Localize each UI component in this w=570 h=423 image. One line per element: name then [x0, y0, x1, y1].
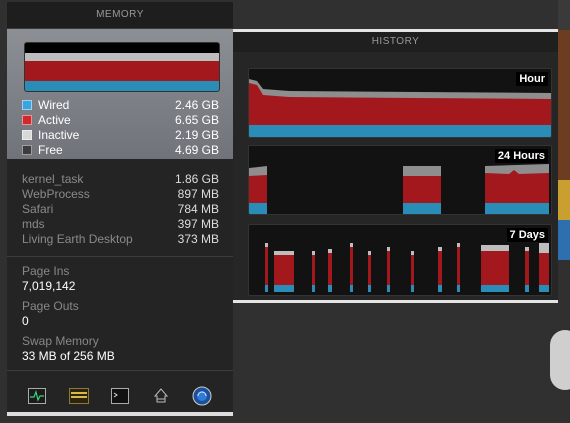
- legend-label: Active: [38, 112, 71, 127]
- page-ins-label: Page Ins: [22, 264, 70, 278]
- legend-value: 2.19 GB: [174, 127, 219, 142]
- page-outs-value: 0: [22, 314, 29, 328]
- 7-days-graph: 7 Days: [248, 224, 552, 296]
- process-row[interactable]: Safari 784 MB: [22, 202, 219, 217]
- hour-area-chart: [249, 79, 551, 137]
- network-utility-icon[interactable]: [192, 386, 212, 406]
- legend-row-free: Free 4.69 GB: [22, 142, 219, 157]
- legend-label: Wired: [38, 97, 70, 112]
- process-memory: 397 MB: [177, 217, 219, 231]
- terminal-icon[interactable]: [111, 388, 129, 404]
- hour-graph: Hour: [248, 68, 552, 138]
- page-ins-value: 7,019,142: [22, 279, 76, 293]
- activity-monitor-icon[interactable]: [28, 388, 46, 404]
- hour-label: Hour: [516, 72, 548, 86]
- legend-label: Inactive: [38, 127, 80, 142]
- process-memory: 897 MB: [177, 187, 219, 201]
- process-row[interactable]: WebProcess 897 MB: [22, 187, 219, 202]
- process-name: WebProcess: [22, 187, 90, 201]
- inactive-swatch: [22, 129, 32, 140]
- disk-utility-icon[interactable]: [152, 388, 170, 404]
- process-memory: 784 MB: [177, 202, 219, 216]
- 24-hours-graph: 24 Hours: [248, 145, 552, 215]
- process-row[interactable]: Living Earth Desktop 373 MB: [22, 232, 219, 247]
- legend-value: 4.69 GB: [174, 142, 219, 157]
- free-swatch: [22, 144, 32, 155]
- paging-stats: Page Ins 7,019,142 Page Outs 0 Swap Memo…: [22, 264, 115, 369]
- divider: [7, 256, 233, 257]
- process-name: kernel_task: [22, 172, 84, 186]
- process-memory: 1.86 GB: [174, 172, 219, 186]
- legend-value: 6.65 GB: [174, 112, 219, 127]
- active-swatch: [22, 114, 32, 125]
- active-segment: [25, 61, 219, 81]
- desktop-edge: [558, 220, 570, 260]
- legend-value: 2.46 GB: [174, 97, 219, 112]
- process-name: Safari: [22, 202, 54, 216]
- app-shortcuts: [7, 380, 233, 412]
- process-row[interactable]: kernel_task 1.86 GB: [22, 172, 219, 187]
- desktop-edge: [558, 180, 570, 220]
- swap-memory-value: 33 MB of 256 MB: [22, 349, 115, 363]
- process-row[interactable]: mds 397 MB: [22, 217, 219, 232]
- free-segment: [25, 43, 219, 53]
- legend-row-active: Active 6.65 GB: [22, 112, 219, 127]
- wired-swatch: [22, 99, 32, 110]
- process-list: kernel_task 1.86 GB WebProcess 897 MB Safa…: [22, 172, 219, 247]
- process-memory: 373 MB: [177, 232, 219, 246]
- memory-legend: Wired 2.46 GB Active 6.65 GB Inactive 2.…: [22, 97, 219, 157]
- inactive-segment: [25, 53, 219, 61]
- history-title: HISTORY: [233, 32, 558, 52]
- divider: [7, 370, 233, 371]
- desktop-edge: [558, 0, 570, 30]
- swap-memory-label: Swap Memory: [22, 334, 99, 348]
- history-panel: HISTORY Hour 24 Hours 7 Days: [233, 29, 558, 303]
- console-icon[interactable]: [69, 388, 89, 404]
- wired-segment: [25, 81, 219, 91]
- memory-usage-bar: [24, 42, 220, 92]
- 24-hours-label: 24 Hours: [494, 149, 548, 163]
- memory-title: MEMORY: [7, 2, 233, 29]
- legend-label: Free: [38, 142, 63, 157]
- legend-row-inactive: Inactive 2.19 GB: [22, 127, 219, 142]
- dock-item-partial: [550, 330, 570, 390]
- desktop-edge: [558, 30, 570, 180]
- legend-row-wired: Wired 2.46 GB: [22, 97, 219, 112]
- 7-days-label: 7 Days: [506, 228, 548, 242]
- process-name: Living Earth Desktop: [22, 232, 133, 246]
- memory-panel: MEMORY Wired 2.46 GB Active 6.65 GB Inac…: [7, 2, 233, 416]
- memory-summary: Wired 2.46 GB Active 6.65 GB Inactive 2.…: [7, 29, 233, 159]
- process-name: mds: [22, 217, 45, 231]
- page-outs-label: Page Outs: [22, 299, 79, 313]
